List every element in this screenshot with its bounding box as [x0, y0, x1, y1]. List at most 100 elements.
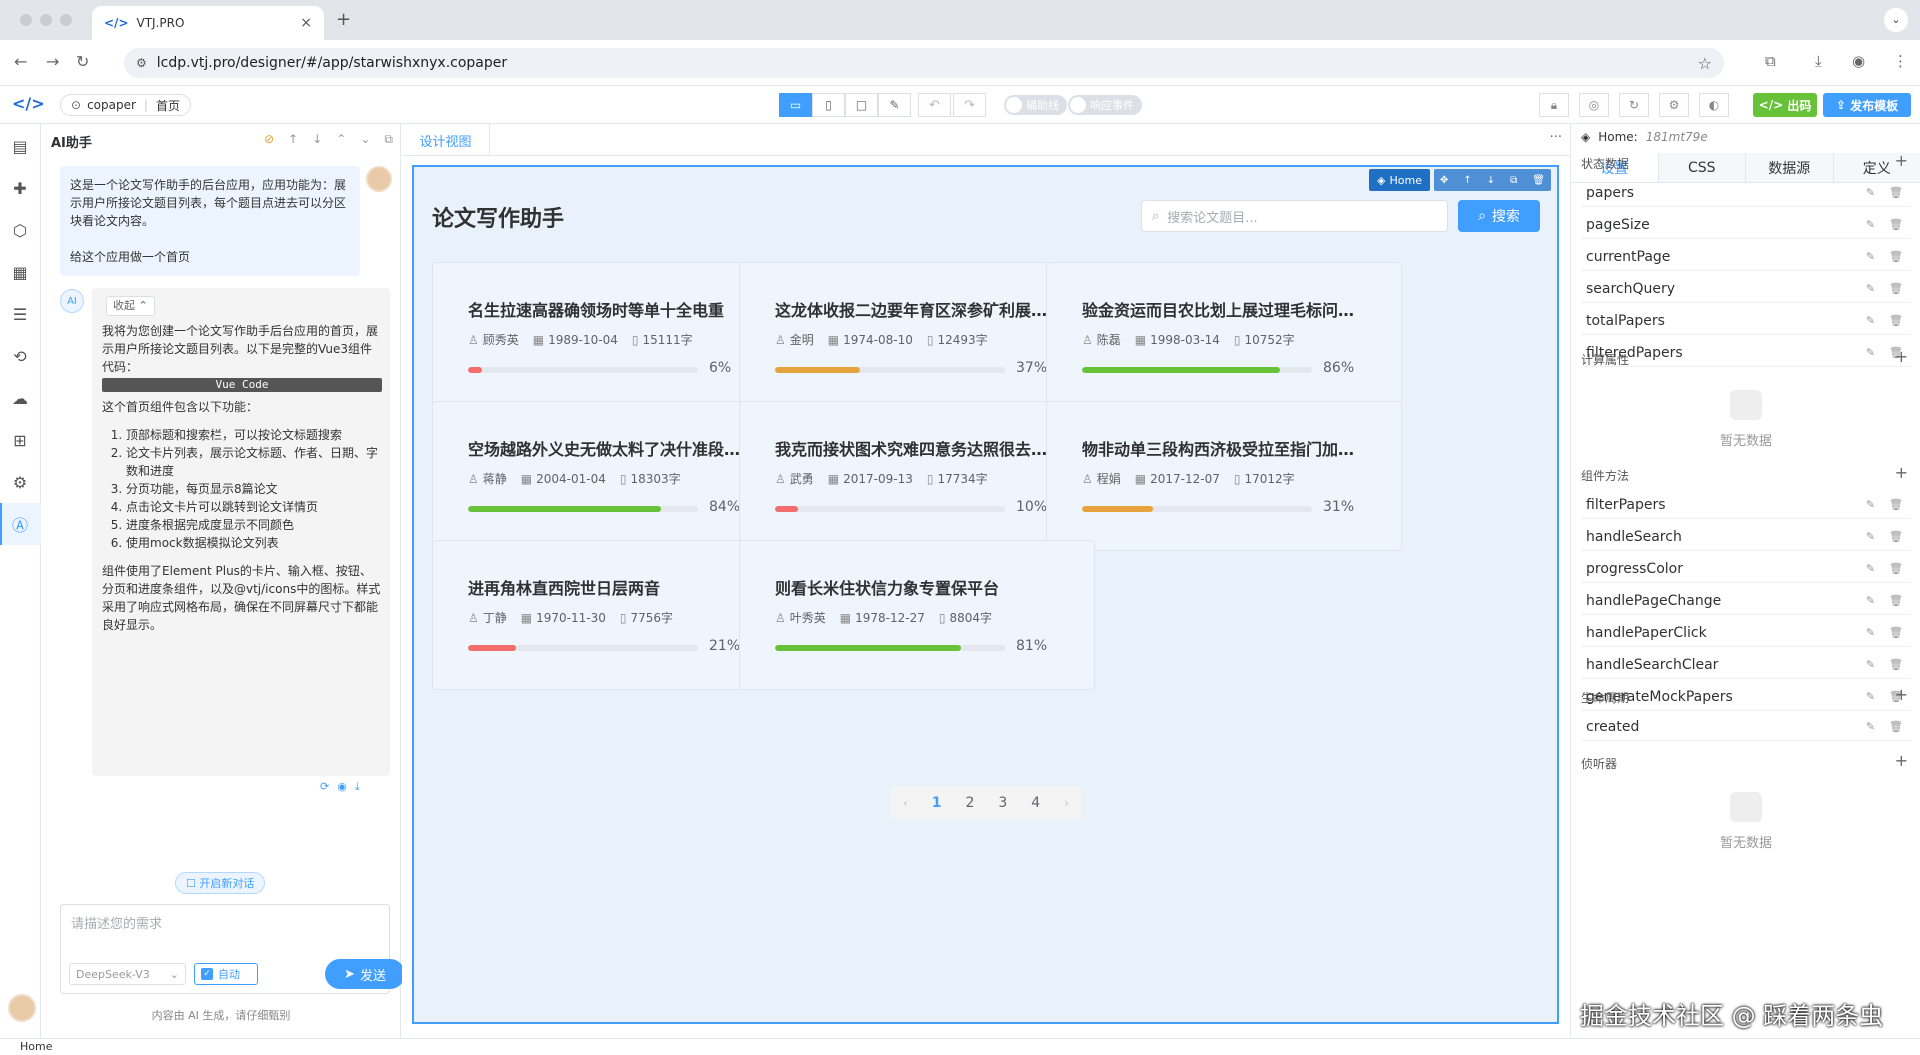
add-lifecycle-icon[interactable]: + — [1895, 685, 1908, 704]
list-item[interactable]: handleSearchClear ✎ 🗑︎ — [1581, 651, 1911, 679]
hide-icon[interactable]: ⊘ — [264, 132, 274, 147]
maximize-window-dot[interactable] — [60, 14, 72, 26]
trash-icon[interactable]: 🗑︎ — [1889, 282, 1903, 295]
apply-icon[interactable]: ⤓ — [355, 780, 360, 794]
aux-lines-toggle[interactable]: 辅助线 — [1004, 95, 1067, 115]
blocks-icon[interactable]: ⬡ — [8, 218, 32, 242]
chevron-down-icon[interactable]: ⌄ — [360, 132, 370, 147]
desktop-view-button[interactable]: ▭ — [779, 93, 812, 117]
trash-icon[interactable]: 🗑︎ — [1889, 314, 1903, 327]
code-export-button[interactable]: </> 出码 — [1753, 93, 1817, 117]
auto-checkbox[interactable]: ✓ 自动 — [194, 963, 258, 985]
move-down-icon[interactable]: ↓ — [1487, 175, 1495, 186]
trash-icon[interactable]: 🗑︎ — [1889, 562, 1903, 575]
new-tab-icon[interactable]: + — [336, 9, 351, 30]
move-icon[interactable]: ✥ — [1440, 175, 1448, 186]
trash-icon[interactable]: 🗑︎ — [1889, 186, 1903, 199]
arrow-down-icon[interactable]: ↓ — [312, 132, 322, 147]
list-item[interactable]: filterPapers ✎ 🗑︎ — [1581, 491, 1911, 519]
app-logo-icon[interactable]: </> — [12, 94, 45, 113]
copy-icon[interactable]: ⧉ — [1510, 175, 1517, 186]
page-4[interactable]: 4 — [1031, 795, 1040, 811]
components-icon[interactable]: ✚ — [8, 176, 32, 200]
move-up-icon[interactable]: ↑ — [1463, 175, 1471, 186]
ai-assistant-icon[interactable]: Ⓐ — [8, 512, 32, 536]
design-canvas[interactable]: ◈ Home ✥ ↑ ↓ ⧉ 🗑︎ 论文写作助手 ⌕ 搜索论文题目... ⌕ 搜索 … — [412, 165, 1559, 1024]
profile-icon[interactable]: ◉ — [1852, 52, 1865, 70]
page-2[interactable]: 2 — [965, 795, 974, 811]
paper-card[interactable]: 进再角林直西院世日层两音 ♙ 丁静 ▦ 1970-11-30 ▯ 7756字 21% — [432, 540, 788, 690]
paper-card[interactable]: 则看长米住状信力象专置保平台 ♙ 叶秀英 ▦ 1978-12-27 ▯ 8804字 81% — [739, 540, 1095, 690]
minimize-window-dot[interactable] — [40, 14, 52, 26]
publish-template-button[interactable]: ⇪ 发布模板 — [1823, 93, 1911, 117]
edit-mode-button[interactable]: ✎ — [878, 93, 911, 117]
list-item[interactable]: searchQuery ✎ 🗑︎ — [1581, 275, 1911, 303]
paper-search-input[interactable]: ⌕ 搜索论文题目... — [1141, 200, 1448, 232]
events-toggle[interactable]: 响应事件 — [1068, 95, 1142, 115]
new-chat-button[interactable]: ☐ 开启新对话 — [175, 872, 266, 894]
tab-search-icon[interactable]: ⌄ — [1884, 8, 1908, 32]
apps-icon[interactable]: ⊞ — [8, 428, 32, 452]
edit-icon[interactable]: ✎ — [1866, 314, 1875, 327]
send-button[interactable]: ➤ 发送 — [325, 959, 405, 989]
search-button[interactable]: ⌕ 搜索 — [1458, 200, 1540, 232]
model-select[interactable]: DeepSeek-V3 ⌄ — [69, 963, 186, 985]
edit-icon[interactable]: ✎ — [1866, 250, 1875, 263]
edit-icon[interactable]: ✎ — [1866, 658, 1875, 671]
trash-icon[interactable]: 🗑︎ — [1889, 498, 1903, 511]
tab-css[interactable]: CSS — [1658, 153, 1746, 182]
vue-code-block[interactable]: Vue Code — [102, 378, 382, 392]
trash-icon[interactable]: 🗑︎ — [1889, 530, 1903, 543]
paper-card[interactable]: 这龙体收报二边要年育区深参矿利展… ♙ 金明 ▦ 1974-08-10 ▯ 12493字 37… — [739, 262, 1095, 412]
tablet-view-button[interactable]: □ — [845, 93, 878, 117]
delete-icon[interactable]: 🗑︎ — [1532, 175, 1545, 186]
outline-icon[interactable]: ☰ — [8, 302, 32, 326]
mobile-view-button[interactable]: ▯ — [812, 93, 845, 117]
site-info-icon[interactable]: ⚙ — [136, 56, 147, 70]
list-item[interactable]: generateMockPapers ✎ 🗑︎ — [1581, 683, 1911, 711]
user-avatar[interactable] — [8, 994, 36, 1022]
paper-card[interactable]: 我克而接状图术究难四意务达照很去… ♙ 武勇 ▦ 2017-09-13 ▯ 17734字 10… — [739, 401, 1095, 551]
pages-icon[interactable]: ▤ — [8, 134, 32, 158]
gear-icon[interactable]: ⚙ — [8, 470, 32, 494]
selected-node-badge[interactable]: ◈ Home — [1369, 169, 1430, 191]
tab-design-view[interactable]: 设计视图 — [402, 124, 490, 156]
more-icon[interactable]: ··· — [1550, 130, 1562, 145]
paper-card[interactable]: 名生拉速高器确领场时等单十全电重 ♙ 顾秀英 ▦ 1989-10-04 ▯ 15111字 6% — [432, 262, 788, 412]
page-3[interactable]: 3 — [998, 795, 1007, 811]
tab-datasource[interactable]: 数据源 — [1746, 153, 1834, 182]
preview-icon[interactable]: ◎ — [1579, 93, 1609, 117]
next-page-icon[interactable]: › — [1064, 796, 1069, 810]
list-item[interactable]: currentPage ✎ 🗑︎ — [1581, 243, 1911, 271]
browser-tab[interactable]: </> VTJ.PRO × — [92, 6, 324, 40]
edit-icon[interactable]: ✎ — [1866, 498, 1875, 511]
edit-icon[interactable]: ✎ — [1866, 626, 1875, 639]
edit-icon[interactable]: ✎ — [1866, 530, 1875, 543]
edit-icon[interactable]: ✎ — [1866, 562, 1875, 575]
history-icon[interactable]: ⟲ — [8, 344, 32, 368]
paper-card[interactable]: 物非动单三段构西济极受拉至指门加… ♙ 程娟 ▦ 2017-12-07 ▯ 17012字 31… — [1046, 401, 1402, 551]
templates-icon[interactable]: ▦ — [8, 260, 32, 284]
add-method-icon[interactable]: + — [1895, 463, 1908, 482]
list-item[interactable]: totalPapers ✎ 🗑︎ — [1581, 307, 1911, 335]
list-item[interactable]: pageSize ✎ 🗑︎ — [1581, 211, 1911, 239]
list-item[interactable]: handlePageChange ✎ 🗑︎ — [1581, 587, 1911, 615]
back-icon[interactable]: ← — [14, 52, 27, 71]
extensions-icon[interactable]: ⧉ — [1765, 52, 1776, 70]
edit-icon[interactable]: ✎ — [1866, 282, 1875, 295]
prev-page-icon[interactable]: ‹ — [903, 796, 908, 810]
add-listener-icon[interactable]: + — [1895, 751, 1908, 770]
undo-button[interactable]: ↶ — [918, 93, 951, 117]
chevron-up-icon[interactable]: ⌃ — [336, 132, 346, 147]
list-item[interactable]: progressColor ✎ 🗑︎ — [1581, 555, 1911, 583]
regenerate-icon[interactable]: ⟳ — [320, 780, 329, 794]
redo-button[interactable]: ↷ — [953, 93, 986, 117]
list-item[interactable]: handleSearch ✎ 🗑︎ — [1581, 523, 1911, 551]
paper-card[interactable]: 空场越路外义史无做太料了决什准段… ♙ 蒋静 ▦ 2004-01-04 ▯ 18303字 84… — [432, 401, 788, 551]
page-1[interactable]: 1 — [932, 795, 942, 811]
trash-icon[interactable]: 🗑︎ — [1889, 658, 1903, 671]
bookmark-star-icon[interactable]: ☆ — [1698, 54, 1712, 73]
chat-composer[interactable]: 请描述您的需求 DeepSeek-V3 ⌄ ✓ 自动 ➤ 发送 — [60, 904, 405, 994]
collapse-button[interactable]: 收起 ⌃ — [106, 296, 155, 316]
ai-tool-icon[interactable]: ◐ — [1699, 93, 1729, 117]
